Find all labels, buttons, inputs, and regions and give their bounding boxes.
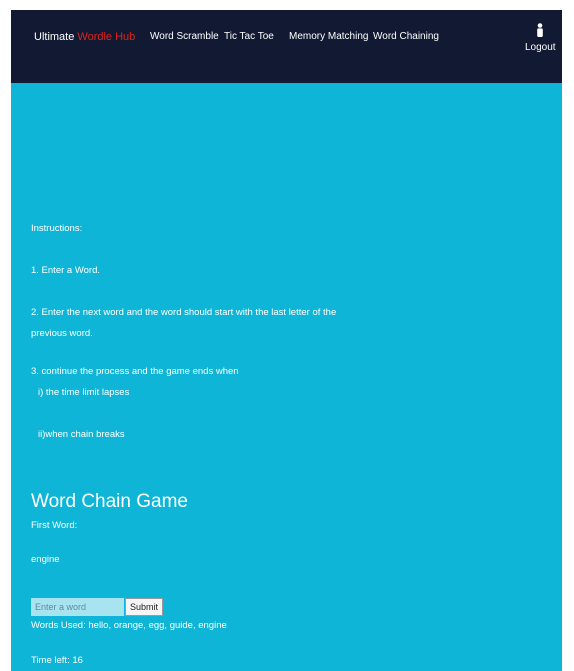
navbar: Ultimate Wordle Hub Word Scramble Tic Ta…	[11, 10, 562, 83]
words-used: Words Used: hello, orange, egg, guide, e…	[31, 620, 227, 631]
instruction-step-1: 1. Enter a Word.	[31, 265, 100, 276]
word-input[interactable]	[31, 598, 124, 616]
brand-highlight: Wordle Hub	[77, 31, 136, 43]
game-title: Word Chain Game	[31, 491, 188, 512]
brand-prefix: Ultimate	[34, 31, 75, 43]
logout-button[interactable]: Logout	[525, 23, 556, 53]
logout-label: Logout	[525, 42, 556, 53]
submit-button[interactable]: Submit	[125, 598, 164, 616]
nav-link-memory-matching[interactable]: Memory Matching	[289, 31, 368, 42]
nav-link-word-chaining[interactable]: Word Chaining	[373, 31, 439, 42]
instruction-step-2-line-1: 2. Enter the next word and the word shou…	[31, 307, 337, 318]
first-word-label: First Word:	[31, 520, 78, 531]
word-entry-row: Submit	[31, 598, 164, 616]
instruction-step-3-line-3: ii)when chain breaks	[38, 429, 125, 440]
instruction-step-3-line-2: i) the time limit lapses	[38, 387, 130, 398]
page-container: Ultimate Wordle Hub Word Scramble Tic Ta…	[11, 10, 562, 671]
person-icon	[537, 23, 543, 37]
brand-logo[interactable]: Ultimate Wordle Hub	[34, 31, 135, 43]
instructions-title: Instructions:	[31, 223, 83, 234]
nav-link-tic-tac-toe[interactable]: Tic Tac Toe	[224, 31, 274, 42]
instruction-step-3-line-1: 3. continue the process and the game end…	[31, 366, 239, 377]
first-word-value: engine	[31, 554, 60, 565]
nav-link-word-scramble[interactable]: Word Scramble	[150, 31, 219, 42]
instruction-step-2-line-2: previous word.	[31, 328, 93, 339]
time-left: Time left: 16	[31, 655, 83, 666]
